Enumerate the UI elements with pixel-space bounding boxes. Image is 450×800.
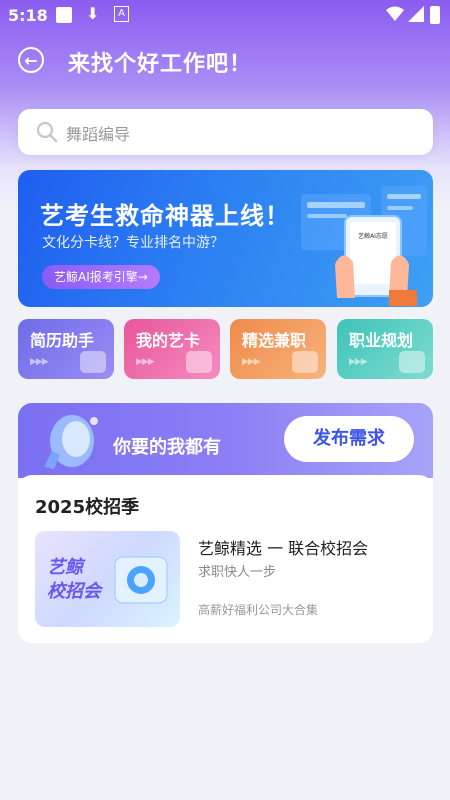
status-time: 5:18 (8, 6, 48, 25)
tile-career-planning[interactable]: 职业规划 ▶▶▶ (337, 319, 433, 379)
megaphone-icon (44, 415, 98, 469)
arrows-icon: ▶▶▶ (30, 357, 49, 367)
banner-title: 艺考生救命神器上线！ (40, 202, 290, 230)
tile-label: 我的艺卡 (136, 331, 201, 350)
banner-subtitle: 文化分卡线？专业排名中游？ (42, 235, 224, 251)
arrows-icon: ▶▶▶ (242, 357, 261, 367)
card-tagline: 你要的我都有 (113, 437, 221, 458)
search-input[interactable]: 舞蹈编导 (18, 109, 433, 155)
promo-banner[interactable]: 艺考生救命神器上线！ 文化分卡线？专业排名中游？ 艺鲸AI报考引擎→ 艺鲸AI志… (18, 170, 433, 307)
arrows-icon: ▶▶▶ (349, 357, 368, 367)
coin-icon (292, 351, 318, 373)
tile-label: 职业规划 (349, 331, 414, 350)
search-icon (36, 121, 58, 147)
star-card-icon (186, 351, 212, 373)
tile-my-art-card[interactable]: 我的艺卡 ▶▶▶ (124, 319, 220, 379)
card-header: 你要的我都有 发布需求 (18, 403, 433, 478)
phone-screen-label: 艺鲸AI志愿 (358, 232, 388, 240)
wifi-icon (386, 6, 404, 26)
item-subtitle: 求职快人一步 (198, 565, 277, 580)
image-text-2: 校招会 (47, 581, 101, 602)
cellular-icon (408, 6, 424, 26)
tile-resume-assistant[interactable]: 简历助手 ▶▶▶ (18, 319, 114, 379)
back-button[interactable]: ← (18, 47, 44, 73)
chat-icon (399, 351, 425, 373)
download-icon: ⬇ (86, 4, 100, 23)
banner-cta-button[interactable]: 艺鲸AI报考引擎→ (42, 265, 160, 289)
item-title[interactable]: 艺鲸精选 一 联合校招会 (198, 535, 368, 559)
phone-illustration: 艺鲸AI志愿 (301, 186, 427, 306)
campus-recruit-card: 你要的我都有 发布需求 2025校招季 艺鲸 校招会 艺鲸精选 一 联合校招会 … (18, 403, 433, 643)
image-text-1: 艺鲸 (47, 557, 83, 578)
notification-icon (56, 7, 72, 23)
tile-label: 简历助手 (30, 331, 95, 350)
search-placeholder: 舞蹈编导 (66, 125, 131, 144)
arrow-left-icon: ← (24, 50, 38, 70)
page-header: ← 来找个好工作吧！ (0, 36, 450, 84)
campus-recruit-image[interactable]: 艺鲸 校招会 (35, 531, 180, 627)
card-body: 2025校招季 艺鲸 校招会 艺鲸精选 一 联合校招会 求职快人一步 高薪好福利… (18, 475, 433, 643)
section-title: 2025校招季 (35, 497, 140, 518)
tile-selected-part-time[interactable]: 精选兼职 ▶▶▶ (230, 319, 326, 379)
item-note: 高薪好福利公司大合集 (198, 603, 319, 617)
status-bar: 5:18 ⬇ A (0, 0, 450, 30)
camera-cube-icon (114, 556, 168, 604)
battery-icon (430, 6, 440, 24)
chat-icon (80, 351, 106, 373)
publish-request-button[interactable]: 发布需求 (284, 416, 414, 462)
tile-label: 精选兼职 (242, 331, 307, 350)
arrows-icon: ▶▶▶ (136, 357, 155, 367)
page-title: 来找个好工作吧！ (68, 52, 253, 77)
feature-tiles: 简历助手 ▶▶▶ 我的艺卡 ▶▶▶ 精选兼职 ▶▶▶ 职业规划 ▶▶▶ (18, 319, 433, 379)
a-badge-icon: A (114, 6, 129, 22)
